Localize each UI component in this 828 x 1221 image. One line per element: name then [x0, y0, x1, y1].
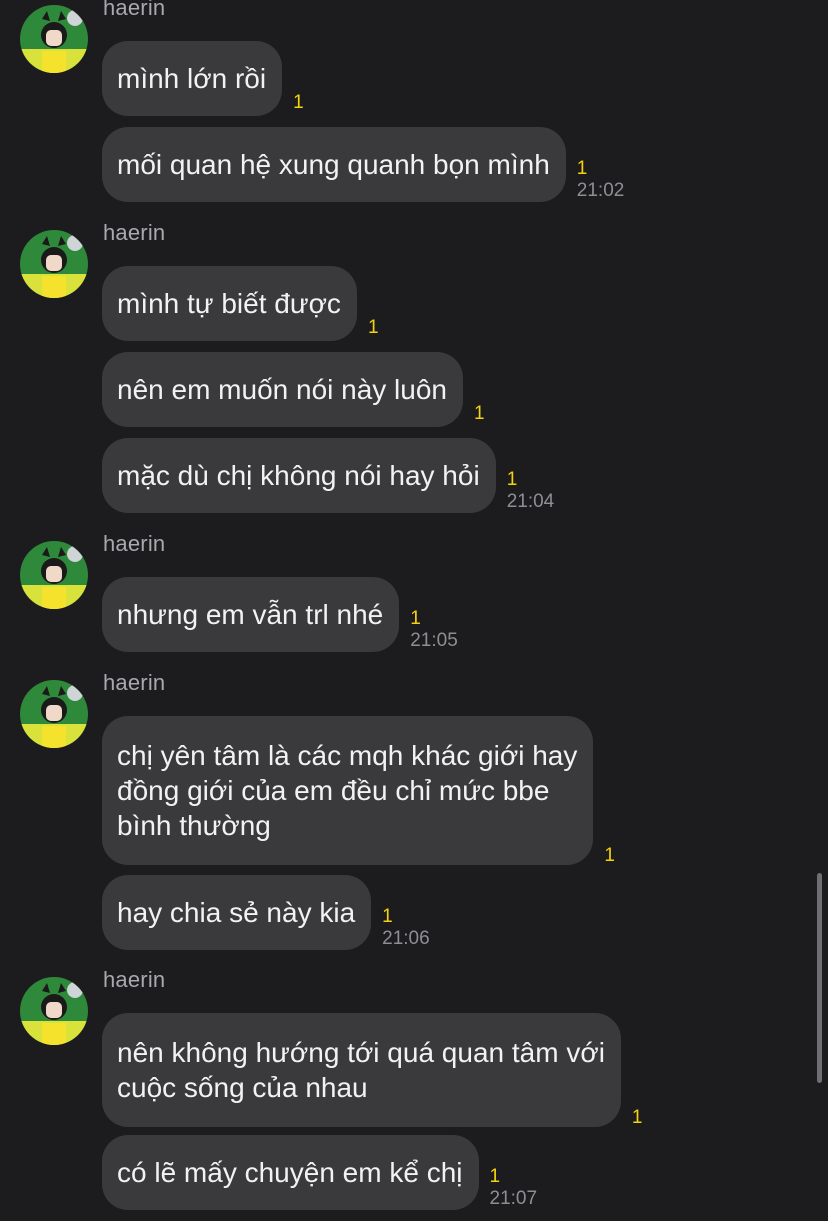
message-meta: 1 21:04: [507, 469, 555, 513]
sender-name: haerin: [103, 670, 166, 695]
avatar-icon: [20, 5, 88, 73]
message-row: nên không hướng tới quá quan tâm với cuộ…: [102, 1013, 643, 1129]
message-bubble[interactable]: có lẽ mấy chuyện em kể chị: [102, 1135, 479, 1210]
message-bubble[interactable]: nhưng em vẫn trl nhé: [102, 577, 400, 652]
avatar[interactable]: [20, 230, 88, 298]
message-bubble[interactable]: mình tự biết được: [102, 266, 357, 341]
message-meta: 1 21:02: [577, 158, 625, 202]
message-row: nên em muốn nói này luôn 1: [102, 352, 485, 427]
avatar[interactable]: [20, 5, 88, 73]
timestamp: 21:02: [576, 180, 625, 201]
message-row: mặc dù chị không nói hay hỏi 1 21:04: [102, 438, 554, 513]
timestamp: 21:04: [506, 491, 555, 512]
message-meta: 1: [474, 403, 485, 425]
sender-name: haerin: [103, 220, 166, 245]
unread-count: 1: [382, 906, 393, 927]
sender-name: haerin: [103, 0, 166, 20]
message-meta: 1: [293, 92, 304, 114]
avatar-icon: [20, 680, 88, 748]
avatar-icon: [20, 977, 88, 1045]
unread-count: 1: [293, 92, 304, 113]
avatar-icon: [20, 541, 88, 609]
avatar[interactable]: [20, 541, 88, 609]
message-bubble[interactable]: nên em muốn nói này luôn: [102, 352, 463, 427]
message-meta: 1 21:06: [382, 906, 430, 950]
unread-count: 1: [631, 1107, 643, 1128]
message-bubble[interactable]: mặc dù chị không nói hay hỏi: [102, 438, 496, 513]
avatar[interactable]: [20, 977, 88, 1045]
message-row: mình lớn rồi 1: [102, 41, 304, 116]
sender-name: haerin: [103, 967, 166, 992]
unread-count: 1: [489, 1166, 501, 1187]
message-row: nhưng em vẫn trl nhé 1 21:05: [102, 577, 458, 652]
message-bubble[interactable]: chị yên tâm là các mqh khác giới hay đồn…: [102, 716, 594, 865]
unread-count: 1: [506, 469, 518, 490]
timestamp: 21:05: [410, 630, 458, 651]
message-row: chị yên tâm là các mqh khác giới hay đồn…: [102, 716, 615, 867]
message-row: mình tự biết được 1: [102, 266, 379, 341]
unread-count: 1: [604, 845, 615, 866]
chat-view: haerin mình lớn rồi 1 mối quan hệ xung q…: [0, 0, 828, 1221]
message-bubble[interactable]: nên không hướng tới quá quan tâm với cuộ…: [102, 1013, 621, 1127]
unread-count: 1: [410, 608, 421, 629]
avatar-icon: [20, 230, 88, 298]
message-meta: 1 21:07: [490, 1166, 538, 1210]
message-meta: 1: [368, 317, 379, 339]
sender-name: haerin: [103, 531, 166, 556]
unread-count: 1: [474, 403, 485, 424]
message-row: mối quan hệ xung quanh bọn mình 1 21:02: [102, 127, 624, 202]
scrollbar[interactable]: [817, 873, 822, 1083]
unread-count: 1: [367, 317, 379, 338]
message-bubble[interactable]: mình lớn rồi: [102, 41, 283, 116]
message-bubble[interactable]: hay chia sẻ này kia: [102, 875, 372, 950]
message-row: có lẽ mấy chuyện em kể chị 1 21:07: [102, 1135, 537, 1210]
timestamp: 21:06: [382, 928, 430, 949]
avatar[interactable]: [20, 680, 88, 748]
message-meta: 1 21:05: [410, 608, 458, 652]
message-row: hay chia sẻ này kia 1 21:06: [102, 875, 430, 950]
message-bubble[interactable]: mối quan hệ xung quanh bọn mình: [102, 127, 566, 202]
message-meta: 1: [604, 845, 615, 867]
unread-count: 1: [576, 158, 588, 179]
timestamp: 21:07: [489, 1188, 538, 1209]
message-meta: 1: [632, 1107, 643, 1129]
